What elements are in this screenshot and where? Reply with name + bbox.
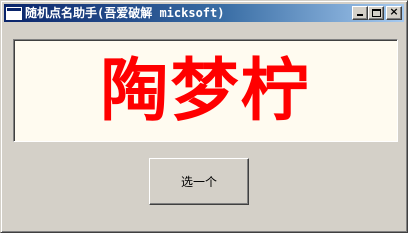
app-window-icon [6, 6, 22, 20]
close-button[interactable]: × [386, 6, 402, 20]
window-title: 随机点名助手(吾爱破解 micksoft) [25, 6, 225, 20]
selected-name: 陶梦柠 [100, 51, 311, 131]
app-window: 随机点名助手(吾爱破解 micksoft) × 陶梦柠 选一个 [0, 0, 408, 233]
pick-one-button[interactable]: 选一个 [149, 158, 249, 205]
name-display-panel: 陶梦柠 [13, 39, 398, 142]
title-bar[interactable]: 随机点名助手(吾爱破解 micksoft) × [4, 4, 404, 22]
minimize-icon [357, 14, 363, 16]
title-bar-buttons: × [352, 6, 402, 20]
maximize-icon [372, 9, 381, 17]
close-icon: × [389, 5, 399, 18]
maximize-button[interactable] [368, 6, 384, 20]
minimize-button[interactable] [352, 6, 368, 20]
